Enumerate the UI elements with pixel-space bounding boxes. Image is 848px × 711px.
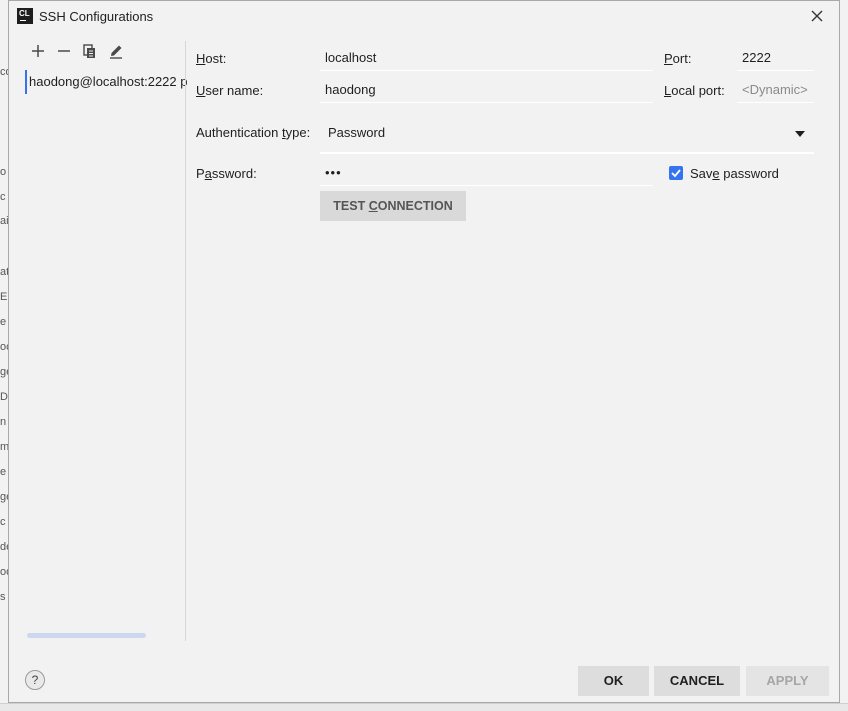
title-bar: CL SSH Configurations <box>9 1 839 32</box>
plus-icon[interactable] <box>30 43 46 59</box>
apply-button[interactable]: APPLY <box>746 666 829 696</box>
background-text-fragment: n <box>0 416 7 428</box>
background-text-fragment: ai <box>0 215 8 227</box>
password-input[interactable]: ••• <box>320 160 653 186</box>
background-window-left <box>0 0 8 711</box>
background-text-fragment: m <box>0 441 8 453</box>
port-input[interactable]: 2222 <box>737 45 814 71</box>
port-label: Port: <box>664 51 692 66</box>
background-text-fragment: o <box>0 166 7 178</box>
dialog-title: SSH Configurations <box>39 9 154 24</box>
background-text-fragment: od <box>0 566 8 578</box>
background-text-fragment: ge <box>0 366 8 378</box>
help-icon: ? <box>31 673 39 687</box>
background-text-fragment: s <box>0 591 6 603</box>
ok-button-label: OK <box>603 673 624 688</box>
local-port-label: Local port: <box>664 83 725 98</box>
horizontal-scrollbar[interactable] <box>27 633 146 638</box>
background-text-fragment: c <box>0 516 6 528</box>
clion-app-icon: CL <box>17 8 33 24</box>
save-password-checkbox[interactable] <box>669 166 683 180</box>
username-value: haodong <box>325 82 376 97</box>
password-value: ••• <box>325 165 342 180</box>
ok-button[interactable]: OK <box>578 666 649 696</box>
background-text-fragment: ge <box>0 491 8 503</box>
pane-divider[interactable] <box>185 41 186 641</box>
username-label: User name: <box>196 83 264 98</box>
configurations-list-pane: haodong@localhost:2222 p <box>9 32 189 642</box>
host-label: Host: <box>196 51 227 66</box>
save-password-label: Save password <box>690 166 779 181</box>
background-text-fragment: at <box>0 266 8 278</box>
ssh-config-item[interactable]: haodong@localhost:2222 p <box>25 70 189 94</box>
background-text-fragment: oc <box>0 341 8 353</box>
background-text-fragment: E <box>0 291 8 303</box>
auth-type-value: Password <box>328 125 386 140</box>
background-window-bottom <box>0 703 848 711</box>
close-icon[interactable] <box>808 7 826 25</box>
password-label: Password: <box>196 166 257 181</box>
background-text-fragment: D <box>0 391 8 403</box>
test-connection-button[interactable]: TEST CONNECTION <box>320 191 466 221</box>
background-text-fragment: e <box>0 466 7 478</box>
local-port-placeholder: <Dynamic> <box>742 82 808 97</box>
background-window-right <box>840 0 848 711</box>
local-port-input[interactable]: <Dynamic> <box>737 77 814 103</box>
app-icon-text: CL <box>19 9 30 18</box>
username-input[interactable]: haodong <box>320 77 653 103</box>
chevron-down-icon <box>795 131 805 137</box>
minus-icon[interactable] <box>56 43 72 59</box>
background-text-fragment: c <box>0 191 6 203</box>
copy-icon[interactable] <box>82 43 98 59</box>
cancel-button-label: CANCEL <box>669 673 725 688</box>
host-value: localhost <box>325 50 377 65</box>
background-text-fragment: e <box>0 316 7 328</box>
background-text-fragment: co <box>0 66 8 78</box>
apply-button-label: APPLY <box>766 673 809 688</box>
background-text-fragment: de <box>0 541 8 553</box>
cancel-button[interactable]: CANCEL <box>654 666 740 696</box>
ssh-config-item-label: haodong@localhost:2222 p <box>29 74 188 89</box>
checkmark-icon <box>671 169 681 178</box>
host-input[interactable]: localhost <box>320 45 653 71</box>
auth-type-select[interactable]: Password <box>320 120 814 154</box>
auth-type-label: Authentication type: <box>196 125 311 140</box>
help-button[interactable]: ? <box>25 670 45 690</box>
edit-icon[interactable] <box>108 43 124 59</box>
port-value: 2222 <box>742 50 771 65</box>
ssh-configurations-dialog: CL SSH Configurations haodong@localhost:… <box>8 0 840 703</box>
